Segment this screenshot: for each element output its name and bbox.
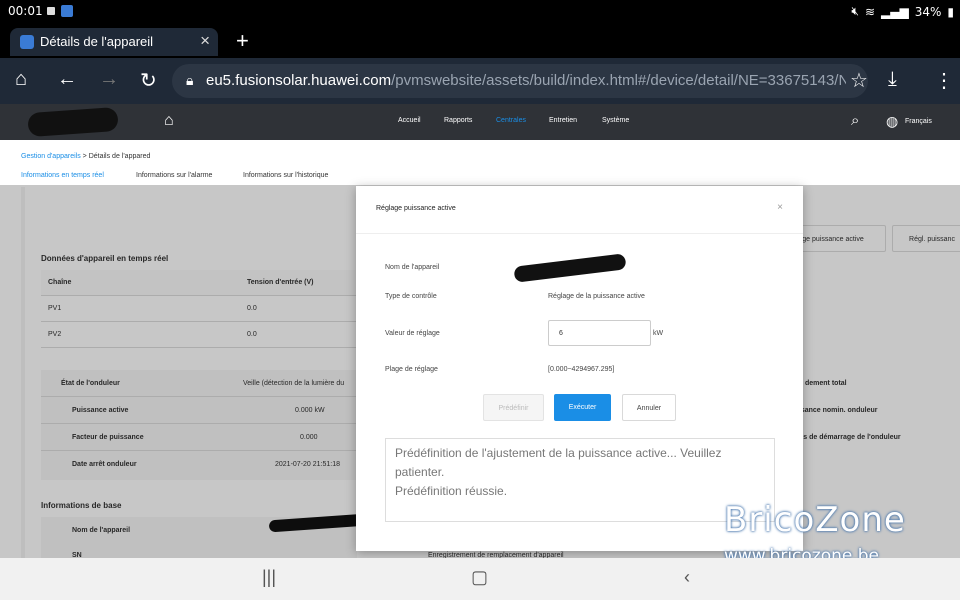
dialog-close-button[interactable]: × <box>777 202 783 213</box>
breadcrumb-link[interactable]: Gestion d'appareils <box>21 153 81 160</box>
nav-accueil[interactable]: Accueil <box>398 117 421 124</box>
mute-icon: 🔇︎ <box>851 4 859 18</box>
favicon-icon <box>20 35 34 49</box>
nav-systeme[interactable]: Système <box>602 117 629 124</box>
divider <box>356 233 803 234</box>
download-icon[interactable]: ⤓ <box>888 68 897 91</box>
site-header: ⌂ Accueil Rapports Centrales Entretien S… <box>0 104 960 140</box>
nav-entretien[interactable]: Entretien <box>549 117 577 124</box>
range-value: [0.000~4294967.295] <box>548 366 615 373</box>
message-log: Prédéfinition de l'ajustement de la puis… <box>385 438 775 522</box>
android-nav-bar: ||| ▢ ‹ <box>0 558 960 600</box>
cancel-button[interactable]: Annuler <box>622 394 676 421</box>
site-home-icon[interactable]: ⌂ <box>164 112 174 130</box>
execute-button[interactable]: Exécuter <box>554 394 611 421</box>
new-tab-button[interactable]: + <box>236 28 249 54</box>
site-search-icon[interactable]: ⌕ <box>851 112 859 129</box>
address-bar[interactable]: 🔒︎ eu5.fusionsolar.huawei.com/pvmswebsit… <box>172 64 868 98</box>
message-line: patienter. <box>395 465 445 479</box>
globe-icon[interactable]: ◍ <box>886 113 898 130</box>
bookmark-star-icon[interactable]: ☆ <box>850 68 868 93</box>
wifi-icon: ≋ <box>864 4 876 19</box>
tab-close-button[interactable]: × <box>200 31 210 51</box>
preset-button[interactable]: Prédéfinir <box>483 394 544 421</box>
forward-arrow-icon[interactable]: → <box>99 68 119 91</box>
back-chevron-icon[interactable]: ‹ <box>684 567 690 588</box>
tab-history[interactable]: Informations sur l'historique <box>243 172 328 179</box>
language-selector[interactable]: Français <box>905 118 932 125</box>
control-type-label: Type de contrôle <box>385 293 437 300</box>
device-name-label: Nom de l'appareil <box>385 264 440 271</box>
browser-toolbar: ⌂ ← → ↻ 🔒︎ eu5.fusionsolar.huawei.com/pv… <box>0 58 960 104</box>
control-type-value: Réglage de la puissance active <box>548 293 645 300</box>
back-arrow-icon[interactable]: ← <box>57 68 77 91</box>
recent-apps-icon[interactable]: ||| <box>262 567 276 588</box>
tab-alarm[interactable]: Informations sur l'alarme <box>136 172 212 179</box>
home-icon[interactable]: ⌂ <box>15 68 27 91</box>
nav-rapports[interactable]: Rapports <box>444 117 472 124</box>
setting-value-input[interactable] <box>548 320 651 346</box>
active-power-dialog: Réglage puissance active × Nom de l'appa… <box>356 186 803 551</box>
unit-label: kW <box>653 330 664 337</box>
redacted-logo <box>27 106 119 138</box>
tab-realtime[interactable]: Informations en temps réel <box>21 172 104 179</box>
redacted-device-name-value <box>513 253 627 283</box>
dialog-title: Réglage puissance active <box>376 205 456 212</box>
status-icons: 🔇︎ ≋ ▂▄▆ 34% ▮ <box>851 4 954 19</box>
reload-icon[interactable]: ↻ <box>140 68 157 93</box>
setting-value-label: Valeur de réglage <box>385 330 440 337</box>
menu-kebab-icon[interactable]: ⋮ <box>934 68 954 93</box>
url-host: eu5.fusionsolar.huawei.com <box>206 72 392 89</box>
breadcrumb-current: Détails de l'appared <box>88 153 151 160</box>
url-text[interactable]: eu5.fusionsolar.huawei.com/pvmswebsite/a… <box>206 72 846 89</box>
lock-icon[interactable]: 🔒︎ <box>186 72 193 89</box>
battery-icon: ▮ <box>947 4 954 19</box>
clock: 00:01 <box>8 4 43 18</box>
breadcrumb-separator: > <box>82 153 87 160</box>
browser-tab[interactable]: Détails de l'appareil × <box>10 28 218 56</box>
tab-title: Détails de l'appareil <box>40 34 154 49</box>
nav-centrales[interactable]: Centrales <box>496 117 526 124</box>
signal-icon: ▂▄▆ <box>881 4 909 19</box>
notification-icon <box>47 7 55 15</box>
home-circle-icon[interactable]: ▢ <box>471 567 488 588</box>
battery-level: 34% <box>914 4 942 19</box>
breadcrumb: Gestion d'appareils > Détails de l'appar… <box>21 153 150 160</box>
message-line: Prédéfinition de l'ajustement de la puis… <box>395 446 722 460</box>
watermark-brand: BricoZone <box>724 500 906 540</box>
status-bar: 00:01 🔇︎ ≋ ▂▄▆ 34% ▮ <box>0 0 960 24</box>
range-label: Plage de réglage <box>385 366 438 373</box>
app-notification-icon <box>61 5 73 17</box>
url-path: /pvmswebsite/assets/build/index.html#/de… <box>391 72 846 89</box>
message-line: Prédéfinition réussie. <box>395 484 508 498</box>
